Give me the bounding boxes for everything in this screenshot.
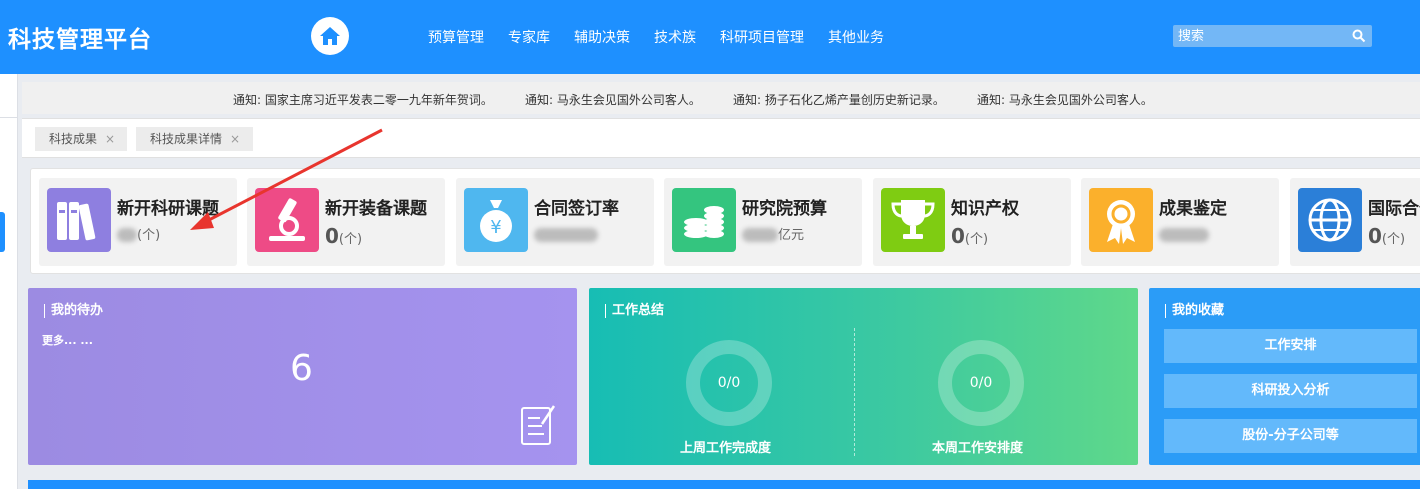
search-box xyxy=(1173,25,1372,47)
stat-unit: 亿元 xyxy=(778,228,805,243)
books-icon xyxy=(47,188,111,252)
notice-item[interactable]: 通知: 国家主席习近平发表二零一九年新年贺词。 xyxy=(233,91,493,108)
medal-icon xyxy=(1089,188,1153,252)
stat-unit: (个) xyxy=(137,228,161,243)
schedule-label: 本周工作安排度 xyxy=(932,441,1024,456)
stat-card-institute-budget[interactable]: 研究院预算 亿元 xyxy=(664,178,862,266)
nav-item-projects[interactable]: 科研项目管理 xyxy=(720,27,804,47)
panel-title: 我的收藏 xyxy=(1165,304,1224,318)
stat-number: 0 xyxy=(325,224,339,248)
stat-label: 国际合作 xyxy=(1368,199,1420,219)
document-edit-icon xyxy=(521,405,556,445)
tab-achievement-detail[interactable]: 科技成果详情 × xyxy=(136,127,253,151)
schedule-value: 0/0 xyxy=(969,375,993,391)
tab-achievements[interactable]: 科技成果 × xyxy=(35,127,127,151)
stat-card-contract-rate[interactable]: ¥ 合同签订率 xyxy=(456,178,654,266)
nav-item-budget[interactable]: 预算管理 xyxy=(428,27,484,47)
money-bag-icon: ¥ xyxy=(464,188,528,252)
stat-value: (个) xyxy=(117,224,160,243)
close-icon[interactable]: × xyxy=(230,132,240,146)
stat-number: 0 xyxy=(1368,224,1382,248)
favorite-research-investment[interactable]: 科研投入分析 xyxy=(1164,374,1417,408)
stats-panel: 新开科研课题 (个) 新开装备课题 0(个) ¥ 合同签订率 研究院预算 亿元 … xyxy=(30,168,1420,274)
main-nav: 预算管理 专家库 辅助决策 技术族 科研项目管理 其他业务 xyxy=(428,27,908,47)
completion-label: 上周工作完成度 xyxy=(680,441,772,456)
panel-title: 我的待办 xyxy=(44,304,103,318)
tab-label: 科技成果详情 xyxy=(150,132,223,146)
stat-label: 知识产权 xyxy=(951,199,1019,219)
svg-text:¥: ¥ xyxy=(490,217,501,238)
notice-item[interactable]: 通知: 马永生会见国外公司客人。 xyxy=(525,91,701,108)
redacted-value xyxy=(117,227,137,242)
notice-bar: 通知: 国家主席习近平发表二零一九年新年贺词。 通知: 马永生会见国外公司客人。… xyxy=(22,82,1420,114)
todo-panel: 我的待办 更多... ... 6 xyxy=(28,288,577,465)
redacted-value xyxy=(1159,227,1209,242)
stat-value: 亿元 xyxy=(742,224,804,243)
left-sidebar xyxy=(0,74,18,489)
stat-value: 0(个) xyxy=(325,224,362,248)
stat-unit: (个) xyxy=(1381,232,1406,247)
stat-card-equipment-topics[interactable]: 新开装备课题 0(个) xyxy=(247,178,445,266)
stat-label: 研究院预算 xyxy=(742,199,827,219)
completion-value: 0/0 xyxy=(717,375,741,391)
redacted-value xyxy=(534,227,598,242)
nav-item-decision[interactable]: 辅助决策 xyxy=(574,27,630,47)
stat-value xyxy=(1159,224,1209,243)
favorite-subsidiaries[interactable]: 股份-分子公司等 xyxy=(1164,419,1417,453)
globe-icon xyxy=(1298,188,1362,252)
sidebar-active-marker[interactable] xyxy=(0,212,5,252)
todo-count[interactable]: 6 xyxy=(290,348,313,389)
home-icon xyxy=(320,27,340,45)
close-icon[interactable]: × xyxy=(105,132,115,146)
work-summary-panel: 工作总结 0/0 上周工作完成度 0/0 本周工作安排度 xyxy=(589,288,1138,465)
stat-unit: (个) xyxy=(338,232,363,247)
app-title: 科技管理平台 xyxy=(8,27,152,53)
nav-item-experts[interactable]: 专家库 xyxy=(508,27,550,47)
notice-item[interactable]: 通知: 马永生会见国外公司客人。 xyxy=(977,91,1153,108)
stat-value: 0(个) xyxy=(951,224,988,248)
trophy-icon xyxy=(881,188,945,252)
panel-title: 工作总结 xyxy=(605,304,664,318)
notice-item[interactable]: 通知: 扬子石化乙烯产量创历史新记录。 xyxy=(733,91,945,108)
bottom-panel-edge xyxy=(28,480,1420,489)
stat-label: 合同签订率 xyxy=(534,199,619,219)
stat-unit: (个) xyxy=(964,232,989,247)
stat-card-appraisal[interactable]: 成果鉴定 xyxy=(1081,178,1279,266)
divider xyxy=(854,328,855,456)
sidebar-top-segment xyxy=(0,74,18,118)
nav-item-other[interactable]: 其他业务 xyxy=(828,27,884,47)
favorite-work-plan[interactable]: 工作安排 xyxy=(1164,329,1417,363)
nav-item-technology[interactable]: 技术族 xyxy=(654,27,696,47)
coins-icon xyxy=(672,188,736,252)
favorites-panel: 我的收藏 工作安排 科研投入分析 股份-分子公司等 xyxy=(1149,288,1420,465)
stat-label: 成果鉴定 xyxy=(1159,199,1227,219)
top-header: 科技管理平台 预算管理 专家库 辅助决策 技术族 科研项目管理 其他业务 xyxy=(0,0,1420,74)
more-link[interactable]: 更多... ... xyxy=(42,332,93,348)
search-icon[interactable] xyxy=(1352,29,1366,43)
stat-card-research-topics[interactable]: 新开科研课题 (个) xyxy=(39,178,237,266)
home-button[interactable] xyxy=(311,17,349,55)
microscope-icon xyxy=(255,188,319,252)
redacted-value xyxy=(742,227,778,242)
stat-card-international[interactable]: 国际合作 0(个) xyxy=(1290,178,1420,266)
stat-card-ip[interactable]: 知识产权 0(个) xyxy=(873,178,1071,266)
stat-value: 0(个) xyxy=(1368,224,1405,248)
stat-number: 0 xyxy=(951,224,965,248)
stat-value xyxy=(534,224,598,243)
page-tabs: 科技成果 × 科技成果详情 × xyxy=(22,118,1420,158)
stat-label: 新开装备课题 xyxy=(325,199,427,219)
search-input[interactable] xyxy=(1173,25,1348,47)
stat-label: 新开科研课题 xyxy=(117,199,219,219)
tab-label: 科技成果 xyxy=(49,132,98,146)
